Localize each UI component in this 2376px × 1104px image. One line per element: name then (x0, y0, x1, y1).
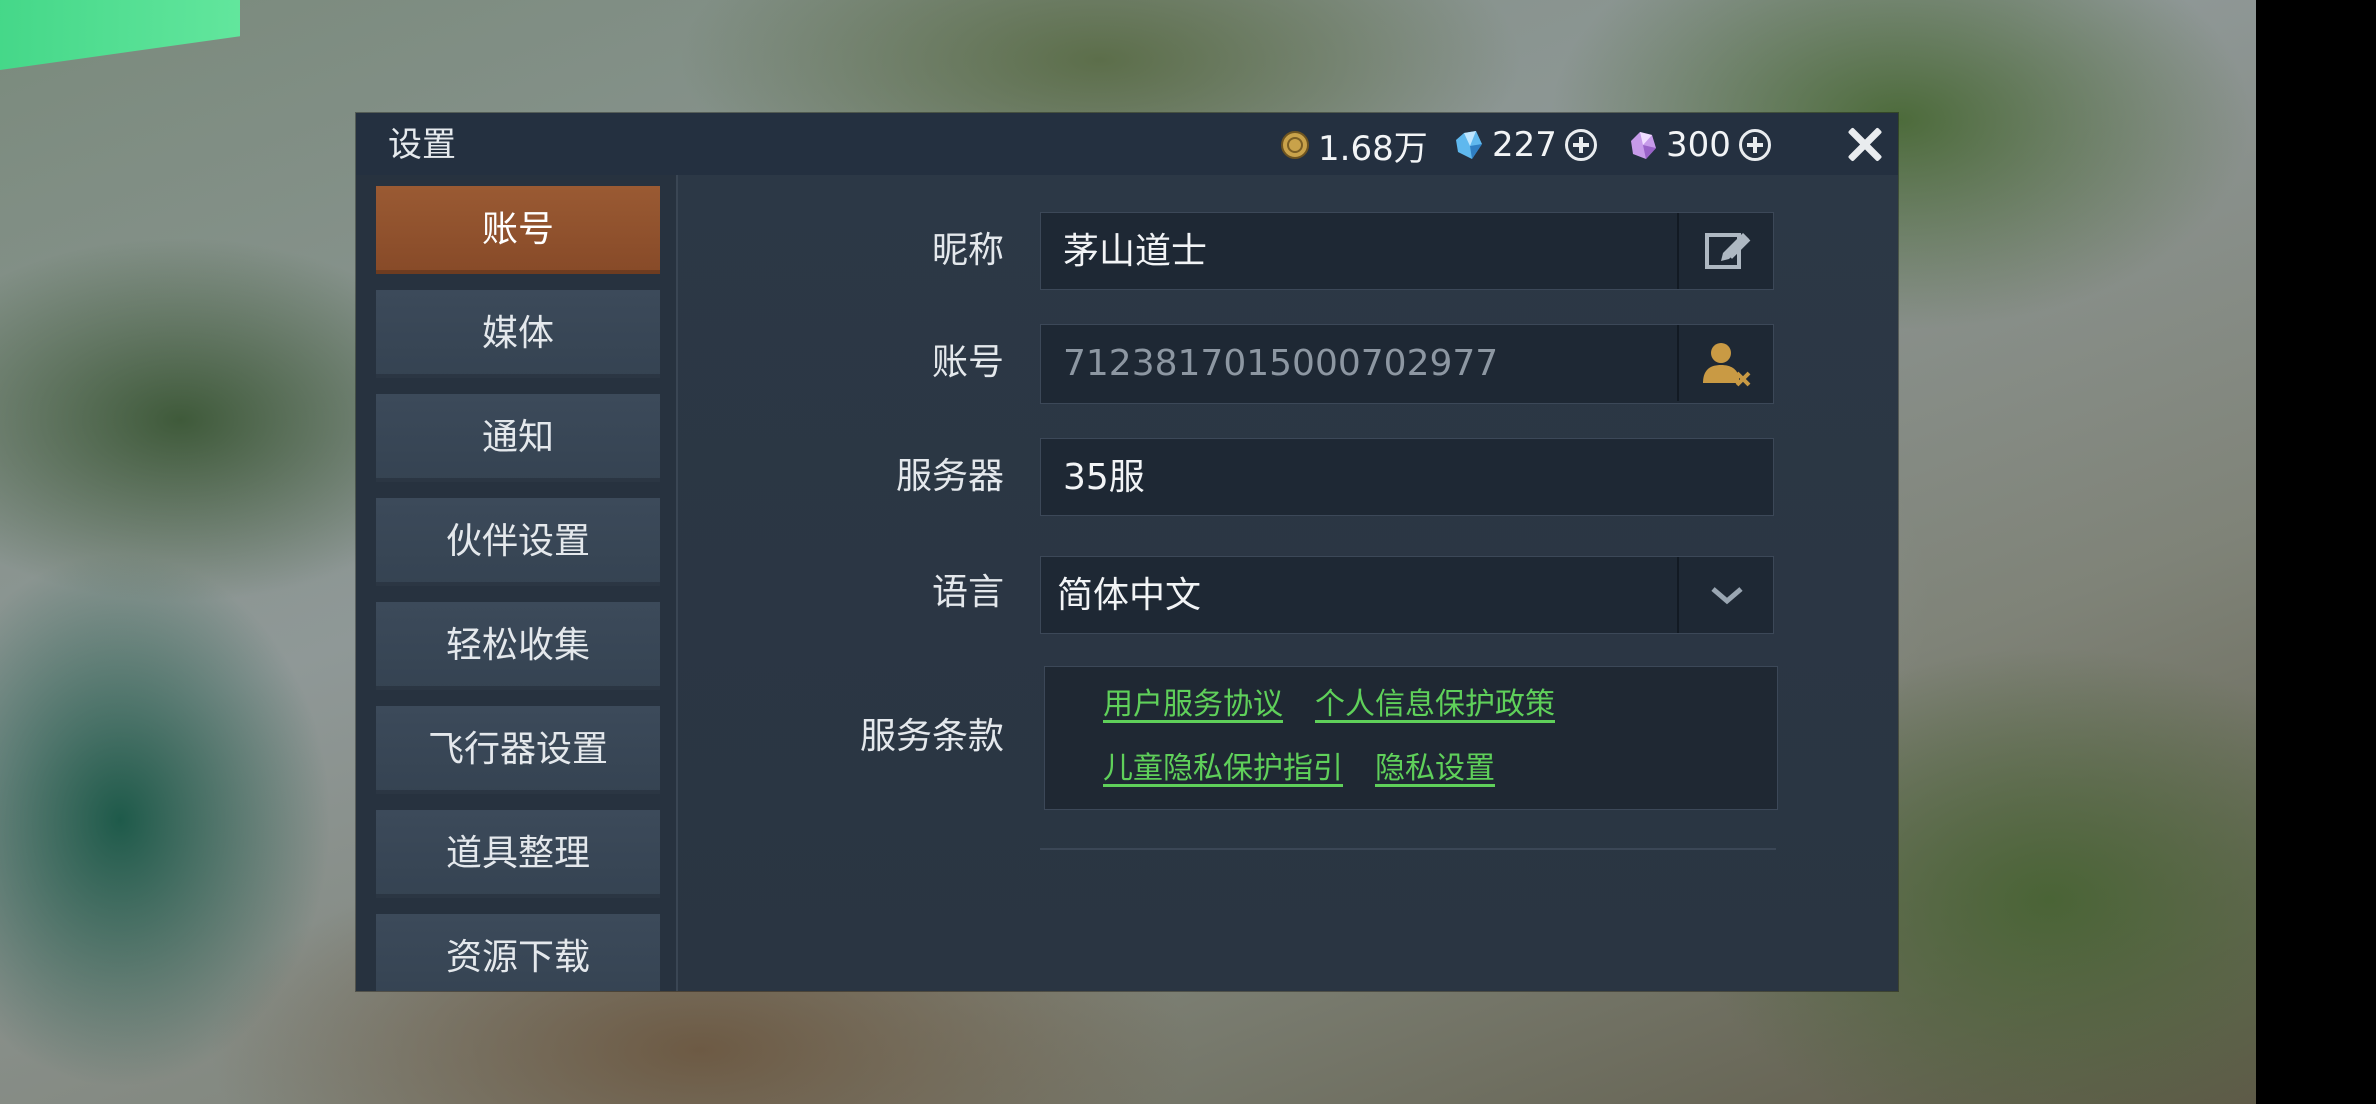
child-privacy-guide-link[interactable]: 儿童隐私保护指引 (1103, 749, 1343, 789)
edit-icon (1705, 233, 1751, 269)
server-field: 35服 (1040, 438, 1774, 516)
privacy-policy-link[interactable]: 个人信息保护政策 (1315, 685, 1555, 725)
terms-label: 服务条款 (859, 716, 1004, 757)
unbind-account-button[interactable] (1677, 325, 1773, 401)
server-value: 35服 (1063, 457, 1145, 498)
nickname-field[interactable]: 茅山道士 (1040, 212, 1774, 290)
unbind-user-icon (1703, 343, 1751, 387)
green-flag (0, 0, 240, 70)
form-divider (1040, 848, 1776, 850)
chevron-down-icon (1711, 587, 1743, 605)
account-label: 账号 (931, 342, 1004, 383)
nickname-value: 茅山道士 (1063, 231, 1208, 272)
user-service-agreement-link[interactable]: 用户服务协议 (1103, 685, 1283, 725)
account-field: 7123817015000702977 (1040, 324, 1774, 404)
screen-edge-bar (2256, 0, 2376, 1104)
privacy-settings-link[interactable]: 隐私设置 (1375, 749, 1495, 789)
terms-box: 用户服务协议 个人信息保护政策 儿童隐私保护指引 隐私设置 (1044, 666, 1778, 810)
language-value: 简体中文 (1057, 575, 1202, 616)
language-select[interactable]: 简体中文 (1040, 556, 1774, 634)
edit-nickname-button[interactable] (1677, 213, 1773, 289)
nickname-label: 昵称 (931, 230, 1004, 271)
language-label: 语言 (931, 572, 1004, 613)
account-id-value: 7123817015000702977 (1063, 343, 1499, 384)
language-dropdown-button[interactable] (1677, 557, 1773, 633)
server-label: 服务器 (895, 456, 1004, 497)
